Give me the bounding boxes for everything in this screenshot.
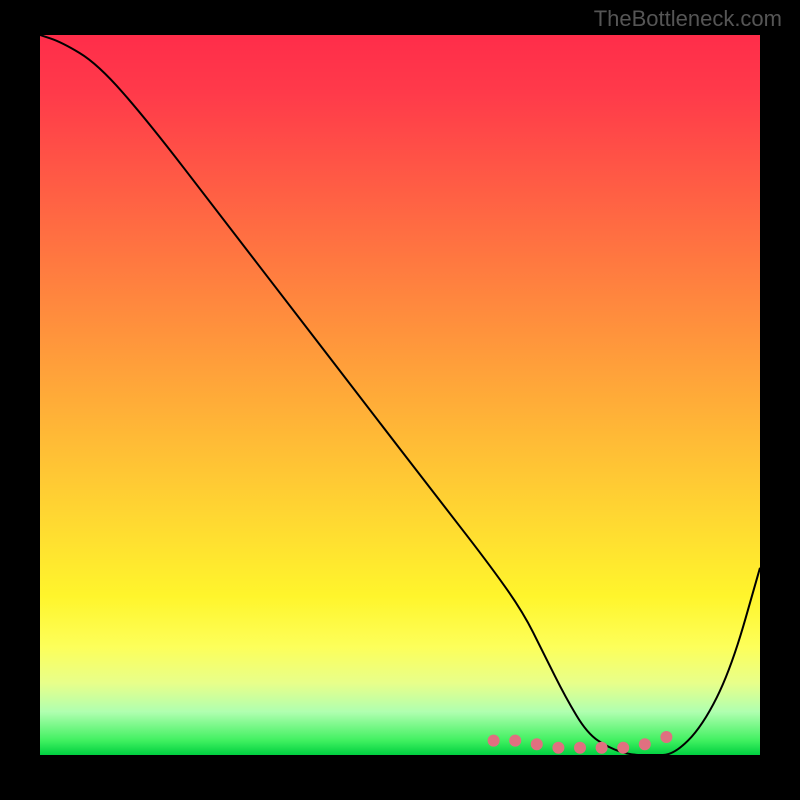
trough-marker <box>617 742 629 754</box>
trough-marker <box>660 731 672 743</box>
chart-curve <box>40 35 760 755</box>
trough-marker <box>574 742 586 754</box>
trough-marker <box>552 742 564 754</box>
trough-marker <box>639 738 651 750</box>
chart-plot-area <box>40 35 760 755</box>
trough-marker <box>488 735 500 747</box>
trough-marker <box>596 742 608 754</box>
watermark-text: TheBottleneck.com <box>594 6 782 32</box>
trough-marker <box>509 735 521 747</box>
trough-marker <box>531 738 543 750</box>
